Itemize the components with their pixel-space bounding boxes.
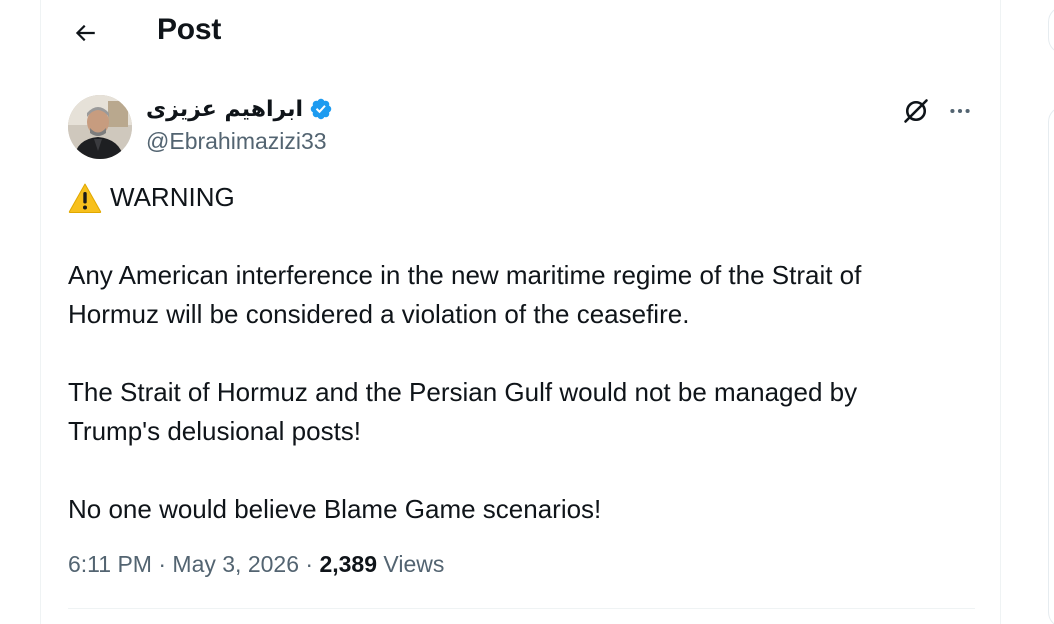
tweet-line: Hormuz will be considered a violation of… (68, 299, 690, 329)
warning-line: WARNING (68, 178, 968, 217)
tweet-paragraph: The Strait of Hormuz and the Persian Gul… (68, 373, 968, 451)
warning-label: WARNING (110, 182, 235, 212)
verified-badge-icon (310, 98, 332, 120)
divider (68, 608, 975, 609)
grok-button[interactable] (900, 95, 932, 127)
tweet-line: Any American interference in the new mar… (68, 260, 862, 290)
back-button[interactable] (66, 14, 104, 52)
tweet-line: The Strait of Hormuz and the Persian Gul… (68, 377, 858, 407)
tweet-text: WARNING Any American interference in the… (68, 178, 968, 529)
more-options-button[interactable] (943, 95, 977, 127)
views-count: 2,389 (319, 551, 378, 577)
tweet-date[interactable]: May 3, 2026 (172, 551, 299, 577)
column-right-border (1000, 0, 1001, 624)
meta-separator: · (158, 551, 167, 577)
tweet-time[interactable]: 6:11 PM (68, 551, 152, 577)
tweet-paragraph: No one would believe Blame Game scenario… (68, 490, 968, 529)
search-box-edge[interactable] (1048, 6, 1054, 54)
post-page: Post ابراهیم عزیزی @Ebrahimazizi33 WARNI… (0, 0, 1054, 624)
avatar[interactable] (68, 95, 132, 159)
page-title: Post (157, 13, 222, 46)
sidebar-panel-edge (1048, 106, 1054, 624)
tweet-meta: 6:11 PM · May 3, 2026 · 2,389 Views (68, 551, 444, 578)
grok-icon (904, 99, 928, 123)
more-horizontal-icon (950, 108, 970, 114)
avatar-photo (68, 95, 132, 159)
meta-separator: · (305, 551, 314, 577)
arrow-left-icon (75, 24, 95, 42)
column-left-border (40, 0, 41, 624)
views-label: Views (383, 551, 445, 577)
author-display-name[interactable]: ابراهیم عزیزی (146, 97, 303, 122)
tweet-line: Trump's delusional posts! (68, 416, 362, 446)
author-name-row[interactable]: ابراهیم عزیزی (146, 93, 333, 125)
tweet-line: No one would believe Blame Game scenario… (68, 494, 602, 524)
tweet-paragraph: Any American interference in the new mar… (68, 256, 968, 334)
author-handle[interactable]: @Ebrahimazizi33 (146, 128, 327, 155)
warning-sign-icon (68, 183, 102, 213)
